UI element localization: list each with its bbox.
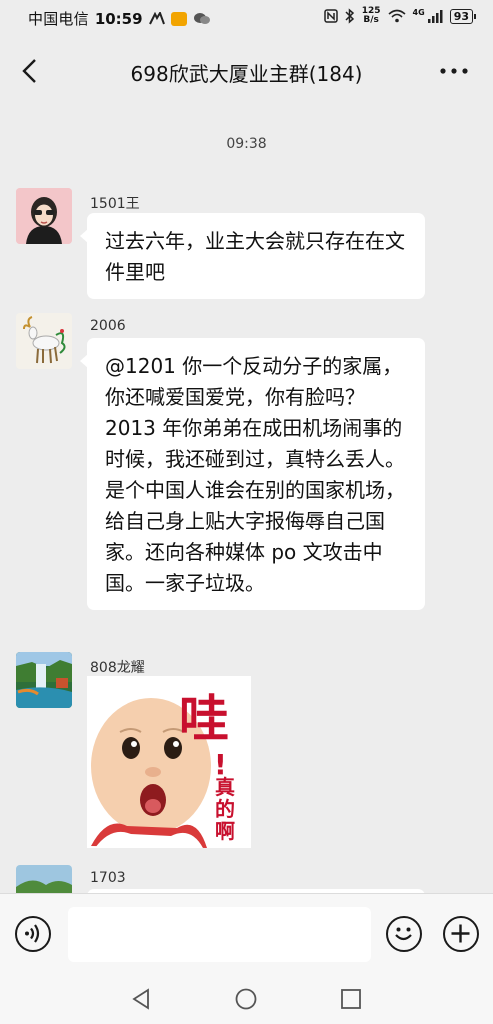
message-item: 2006 @1201 你一个反动分子的家属，你还喊爱国爱党，你有脸吗？2013 …: [16, 313, 476, 643]
chat-header: 698欣武大厦业主群(184): [0, 40, 493, 102]
message-text: 过去六年，业主大会就只存在在文件里吧: [105, 229, 405, 284]
wifi-icon: [388, 9, 406, 23]
sender-name: 2006: [90, 318, 126, 334]
message-timestamp: 09:38: [226, 136, 267, 152]
network-type-label: 4G: [412, 7, 425, 17]
carrier-label: 中国电信: [28, 10, 89, 28]
avatar[interactable]: [16, 652, 72, 708]
avatar-waterfall-image: [16, 652, 72, 708]
sender-name: 808龙耀: [90, 660, 145, 676]
system-nav-bar: [0, 975, 493, 1024]
sticker-big-char: 哇: [179, 690, 229, 748]
nfc-icon: [324, 9, 338, 23]
network-speed-unit: B/s: [363, 15, 379, 25]
plus-icon: [451, 924, 470, 943]
avatar-girl-image: [16, 188, 72, 244]
sticker-image[interactable]: 哇 ! 真 的 啊: [87, 676, 251, 848]
status-left: 中国电信 10:59: [28, 8, 211, 29]
nav-back-icon[interactable]: [129, 987, 153, 1011]
chat-notification-icon: [193, 12, 210, 24]
clock: 10:59: [94, 9, 143, 28]
message-input[interactable]: [68, 907, 371, 962]
message-item: 808龙耀 哇 ! 真 的 啊: [16, 652, 476, 852]
avatar-deer-image: [16, 313, 72, 369]
message-text: @1201 你一个反动分子的家属，你还喊爱国爱党，你有脸吗？2013 年你弟弟在…: [105, 354, 405, 595]
status-bar: 中国电信 10:59 125 B/s 4G 93: [0, 0, 493, 36]
sticker-line-2: 的: [215, 797, 235, 821]
avatar[interactable]: [16, 865, 72, 895]
bluetooth-icon: [345, 8, 354, 24]
chat-title: 698欣武大厦业主群(184): [130, 62, 363, 86]
sender-name: 1703: [90, 870, 126, 886]
input-bar: [0, 893, 493, 976]
cell-signal-icon: [427, 9, 443, 23]
avatar[interactable]: [16, 188, 72, 244]
nav-home-icon[interactable]: [234, 987, 258, 1011]
emoji-button[interactable]: [386, 916, 422, 952]
voice-button[interactable]: [15, 916, 51, 952]
plus-button[interactable]: [443, 916, 479, 952]
sticker-line-3: 啊: [215, 819, 235, 843]
status-right: 125 B/s 4G 93: [324, 7, 477, 25]
nav-recents-icon[interactable]: [339, 987, 363, 1011]
avatar-landscape-image: [16, 865, 72, 895]
message-item: 1501王 过去六年，业主大会就只存在在文件里吧: [16, 188, 476, 299]
signal-app-icon: [148, 11, 165, 24]
message-item: 1703: [16, 865, 476, 895]
emoji-icon: [395, 927, 412, 941]
sticker-line-1: 真: [215, 775, 235, 799]
battery-level: 93: [449, 8, 477, 24]
message-bubble[interactable]: 过去六年，业主大会就只存在在文件里吧: [80, 213, 425, 299]
network-speed: 125 B/s: [362, 7, 381, 25]
message-bubble[interactable]: @1201 你一个反动分子的家属，你还喊爱国爱党，你有脸吗？2013 年你弟弟在…: [80, 338, 425, 610]
sender-name: 1501王: [90, 196, 140, 212]
voice-icon: [25, 924, 40, 943]
baby-face-sticker: 哇 ! 真 的 啊: [87, 676, 251, 848]
more-dots-icon[interactable]: [437, 60, 471, 82]
avatar[interactable]: [16, 313, 72, 369]
app-notification-icon: [170, 11, 187, 26]
